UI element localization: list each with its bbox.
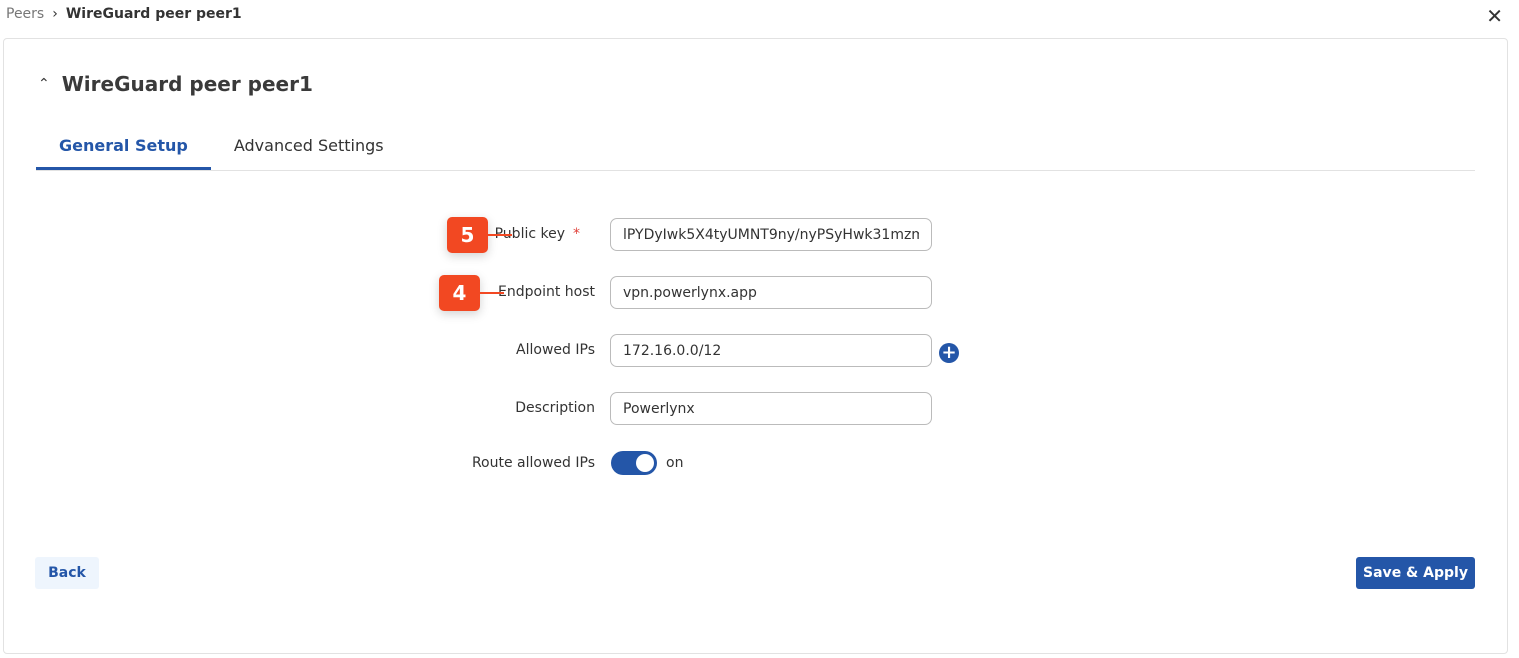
back-button[interactable]: Back: [35, 557, 99, 589]
close-icon[interactable]: ✕: [1486, 4, 1503, 28]
chevron-up-icon[interactable]: ⌃: [38, 76, 50, 92]
breadcrumb-peers-link[interactable]: Peers: [6, 6, 44, 22]
annotation-badge-5: 5: [447, 217, 488, 253]
description-label: Description: [515, 400, 595, 416]
annotation-badge-4: 4: [439, 275, 480, 311]
public-key-input[interactable]: [610, 218, 932, 251]
tab-advanced-settings[interactable]: Advanced Settings: [211, 130, 407, 170]
route-allowed-ips-toggle[interactable]: [611, 451, 657, 475]
allowed-ips-label: Allowed IPs: [516, 342, 595, 358]
annotation-arrow: [487, 234, 512, 236]
tabs: General Setup Advanced Settings: [36, 130, 1475, 171]
breadcrumb: Peers › WireGuard peer peer1: [6, 6, 242, 22]
save-apply-button[interactable]: Save & Apply: [1356, 557, 1475, 589]
required-mark: *: [573, 226, 580, 242]
route-allowed-ips-label: Route allowed IPs: [471, 455, 595, 471]
toggle-knob: [636, 454, 654, 472]
description-input[interactable]: [610, 392, 932, 425]
add-allowed-ip-button[interactable]: +: [939, 343, 959, 363]
allowed-ips-input[interactable]: [610, 334, 932, 367]
chevron-right-icon: ›: [52, 6, 58, 22]
breadcrumb-current: WireGuard peer peer1: [65, 6, 242, 22]
page-title: ⌃ WireGuard peer peer1: [38, 72, 313, 96]
toggle-state: on: [666, 455, 684, 471]
endpoint-host-input[interactable]: [610, 276, 932, 309]
public-key-label: Public key *: [296, 226, 580, 242]
tab-general-setup[interactable]: General Setup: [36, 130, 211, 170]
title-text: WireGuard peer peer1: [61, 72, 313, 96]
annotation-arrow: [479, 292, 504, 294]
